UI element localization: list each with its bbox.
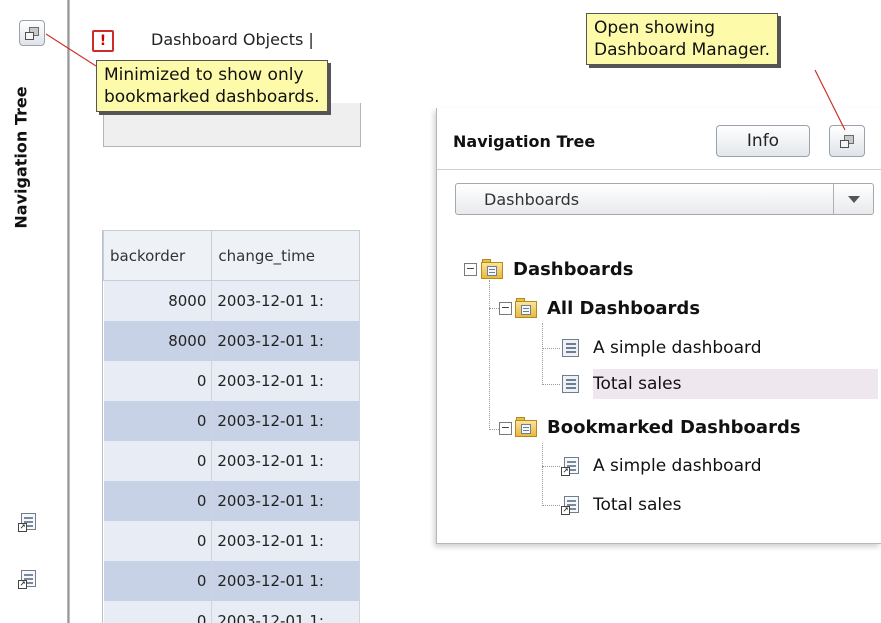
cell-backorder: 0 bbox=[103, 400, 213, 441]
cell-backorder: 0 bbox=[103, 440, 213, 481]
tree-connector bbox=[489, 280, 490, 430]
dashboard-icon bbox=[561, 338, 581, 358]
navigation-tree-panel: Navigation Tree Info Dashboards − Dashbo… bbox=[436, 108, 881, 544]
tree-node-label: All Dashboards bbox=[547, 297, 701, 319]
data-grid: backorder change_time 8000 2003-12-01 1: … bbox=[102, 230, 360, 623]
callout-line: bookmarked dashboards. bbox=[104, 87, 320, 107]
tree-connector bbox=[542, 384, 560, 385]
cell-backorder: 8000 bbox=[103, 320, 213, 361]
table-row: 0 2003-12-01 1: bbox=[103, 520, 360, 561]
tree-connector bbox=[542, 443, 543, 506]
restore-panel-button[interactable] bbox=[19, 20, 45, 46]
cell-backorder: 8000 bbox=[103, 280, 213, 321]
screenshot-stage: Navigation Tree ↗ ↗ ! Dashboard Objects … bbox=[0, 0, 881, 623]
bookmarked-dashboard-icon: ↗ bbox=[18, 569, 38, 589]
table-row: 0 2003-12-01 1: bbox=[103, 600, 360, 623]
cell-change-time: 2003-12-01 1: bbox=[211, 560, 360, 601]
collapsed-panel-title: Navigation Tree bbox=[8, 62, 34, 252]
tree-node-label: Dashboards bbox=[513, 258, 634, 280]
cell-change-time: 2003-12-01 1: bbox=[211, 520, 360, 561]
bookmarked-dashboard-button-2[interactable]: ↗ bbox=[15, 566, 41, 592]
tree-connector bbox=[542, 348, 560, 349]
bookmarked-dashboard-icon: ↗ bbox=[18, 512, 38, 532]
folder-icon bbox=[481, 259, 503, 279]
cell-backorder: 0 bbox=[103, 520, 213, 561]
dashboard-icon bbox=[561, 374, 581, 394]
open-callout: Open showing Dashboard Manager. bbox=[586, 13, 778, 65]
column-header-backorder[interactable]: backorder bbox=[103, 230, 213, 281]
restore-panel-button[interactable] bbox=[829, 125, 865, 157]
cell-change-time: 2003-12-01 1: bbox=[211, 360, 360, 401]
tree-node-bookmarked-dashboards[interactable]: Bookmarked Dashboards bbox=[515, 412, 801, 442]
collapse-toggle[interactable]: − bbox=[499, 422, 512, 435]
table-row: 0 2003-12-01 1: bbox=[103, 440, 360, 481]
tree-connector bbox=[542, 323, 543, 385]
tree-node-dashboard[interactable]: Total sales bbox=[561, 369, 681, 399]
cell-backorder: 0 bbox=[103, 600, 213, 623]
collapse-toggle[interactable]: − bbox=[464, 263, 477, 276]
cell-backorder: 0 bbox=[103, 480, 213, 521]
tree-node-root[interactable]: Dashboards bbox=[481, 254, 634, 284]
tree-node-label: A simple dashboard bbox=[593, 338, 762, 358]
cell-change-time: 2003-12-01 1: bbox=[211, 320, 360, 361]
callout-line: Minimized to show only bbox=[104, 65, 304, 85]
cell-change-time: 2003-12-01 1: bbox=[211, 600, 360, 623]
tree-node-all-dashboards[interactable]: All Dashboards bbox=[515, 293, 700, 323]
cell-change-time: 2003-12-01 1: bbox=[211, 480, 360, 521]
tree-node-label: A simple dashboard bbox=[593, 456, 762, 476]
column-header-change-time[interactable]: change_time bbox=[211, 230, 360, 281]
tree-node-bookmarked-dashboard[interactable]: ↗ Total sales bbox=[561, 490, 681, 520]
panel-splitter[interactable] bbox=[67, 0, 70, 623]
minimized-callout: Minimized to show only bookmarked dashbo… bbox=[96, 60, 328, 112]
header-divider bbox=[437, 169, 881, 170]
tree-node-bookmarked-dashboard[interactable]: ↗ A simple dashboard bbox=[561, 451, 761, 481]
chevron-down-icon[interactable] bbox=[833, 184, 873, 214]
cell-backorder: 0 bbox=[103, 360, 213, 401]
alert-icon[interactable]: ! bbox=[92, 30, 114, 52]
tree-connector bbox=[542, 466, 560, 467]
panel-title: Navigation Tree bbox=[453, 132, 596, 151]
dashboard-objects-tab[interactable]: Dashboard Objects | bbox=[151, 30, 314, 49]
table-row: 8000 2003-12-01 1: bbox=[103, 280, 360, 321]
table-row: 0 2003-12-01 1: bbox=[103, 360, 360, 401]
cell-change-time: 2003-12-01 1: bbox=[211, 280, 360, 321]
cell-change-time: 2003-12-01 1: bbox=[211, 440, 360, 481]
bookmarked-dashboard-icon: ↗ bbox=[561, 495, 581, 515]
table-row: 8000 2003-12-01 1: bbox=[103, 320, 360, 361]
tree-node-label: Total sales bbox=[593, 495, 682, 515]
tree-connector bbox=[542, 505, 560, 506]
restore-window-icon bbox=[840, 134, 854, 148]
tree-node-label: Bookmarked Dashboards bbox=[547, 416, 801, 438]
dashboard-filter-select[interactable]: Dashboards bbox=[455, 183, 874, 215]
table-row: 0 2003-12-01 1: bbox=[103, 400, 360, 441]
collapsed-panel-title-text: Navigation Tree bbox=[11, 85, 31, 229]
callout-line: Open showing bbox=[594, 18, 716, 38]
folder-icon bbox=[515, 298, 537, 318]
collapse-toggle[interactable]: − bbox=[499, 302, 512, 315]
table-row: 0 2003-12-01 1: bbox=[103, 480, 360, 521]
tree-node-dashboard[interactable]: A simple dashboard bbox=[561, 333, 761, 363]
folder-icon bbox=[515, 417, 537, 437]
restore-window-icon bbox=[25, 26, 39, 40]
cell-change-time: 2003-12-01 1: bbox=[211, 400, 360, 441]
table-row: 0 2003-12-01 1: bbox=[103, 560, 360, 601]
bookmarked-dashboard-button-1[interactable]: ↗ bbox=[15, 509, 41, 535]
info-button[interactable]: Info bbox=[716, 125, 810, 157]
bookmarked-dashboard-icon: ↗ bbox=[561, 456, 581, 476]
selected-option: Dashboards bbox=[484, 190, 580, 209]
tree-node-label: Total sales bbox=[593, 374, 682, 394]
collapsed-navigation-panel: Navigation Tree ↗ ↗ bbox=[0, 0, 68, 623]
cell-backorder: 0 bbox=[103, 560, 213, 601]
callout-line: Dashboard Manager. bbox=[594, 40, 770, 60]
